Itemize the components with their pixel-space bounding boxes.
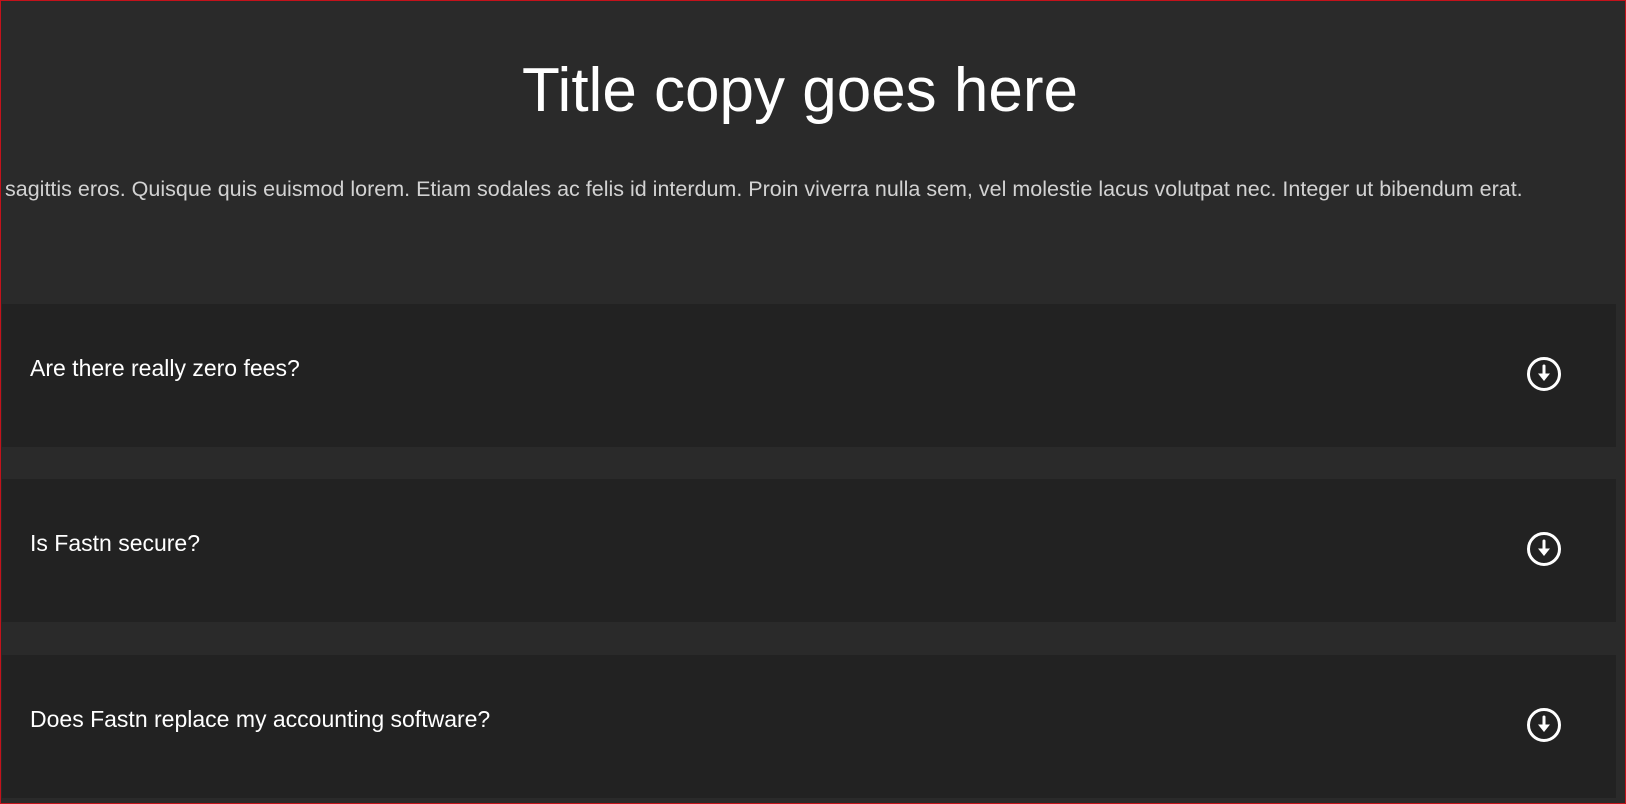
page-frame: Title copy goes here sagittis eros. Quis… (0, 0, 1626, 804)
arrow-down-circle-icon[interactable] (1526, 707, 1562, 743)
faq-question: Are there really zero fees? (30, 355, 300, 381)
arrow-down-circle-icon[interactable] (1526, 356, 1562, 392)
faq-item-accounting-software[interactable]: Does Fastn replace my accounting softwar… (2, 655, 1616, 798)
intro-text: sagittis eros. Quisque quis euismod lore… (5, 177, 1523, 201)
faq-item-security[interactable]: Is Fastn secure? (2, 479, 1616, 622)
faq-item-zero-fees[interactable]: Are there really zero fees? (2, 304, 1616, 447)
faq-question: Does Fastn replace my accounting softwar… (30, 706, 491, 732)
arrow-down-circle-icon[interactable] (1526, 531, 1562, 567)
faq-question: Is Fastn secure? (30, 530, 201, 556)
page-title: Title copy goes here (521, 56, 1078, 125)
